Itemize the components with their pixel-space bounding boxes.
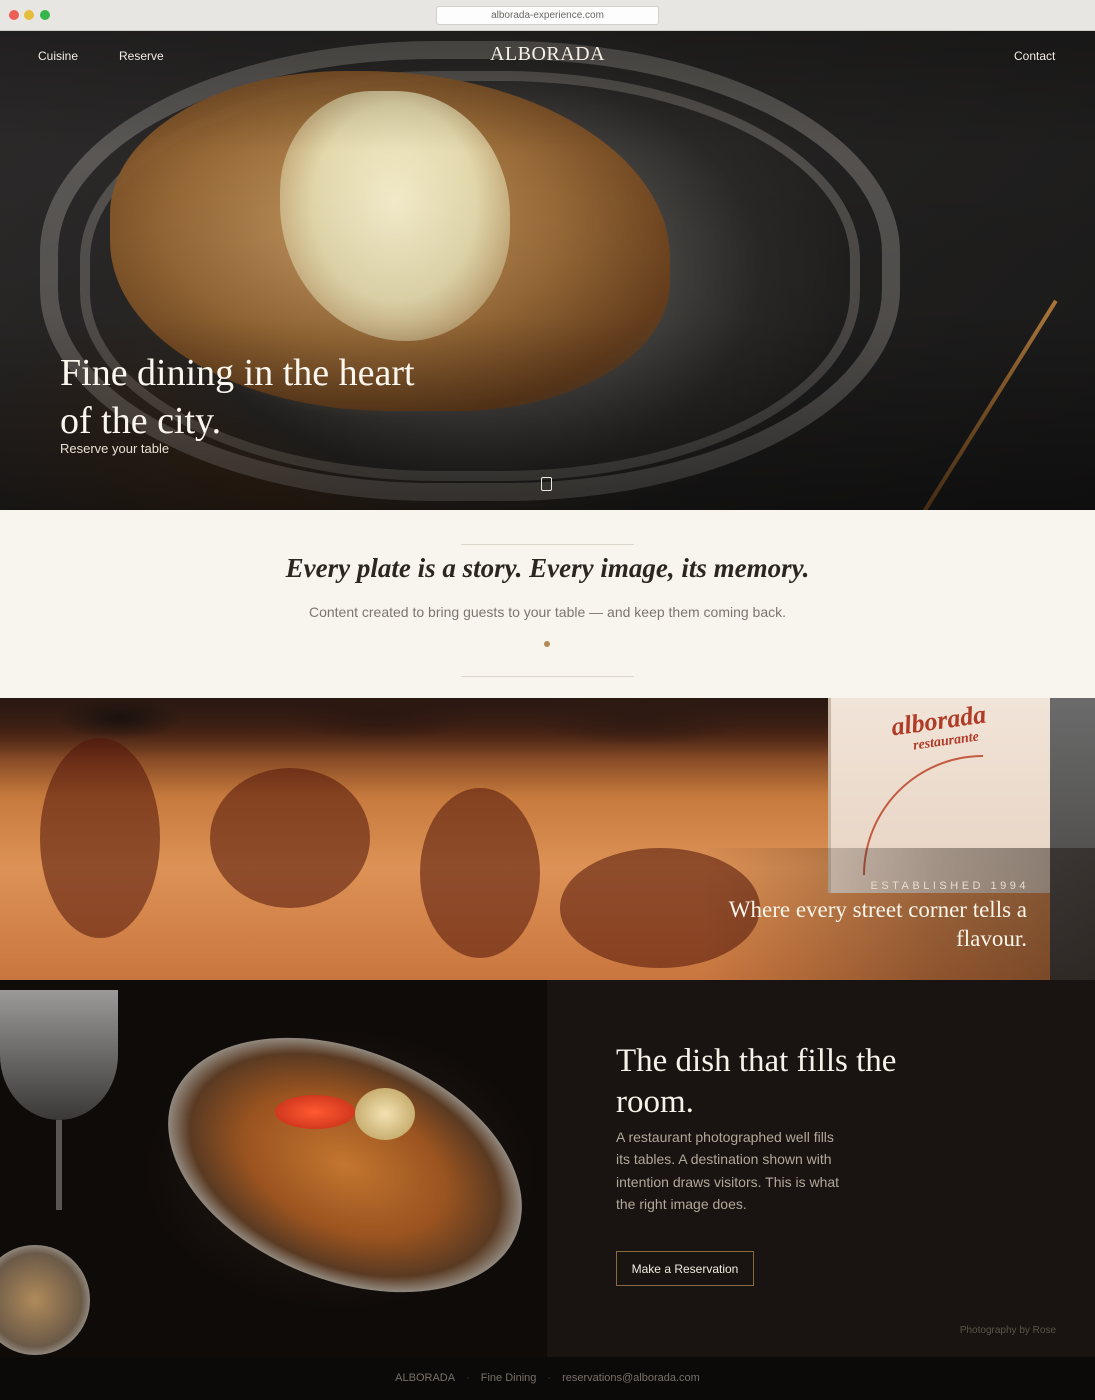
photo-credit: Photography by Rose — [959, 1325, 1056, 1336]
ornament-dot-icon — [544, 641, 550, 647]
dish-image-glass — [0, 990, 118, 1120]
dish-image-tomato — [275, 1095, 355, 1129]
tagline-subtext: Content created to bring guests to your … — [308, 604, 787, 620]
tagline-heading: Every plate is a story. Every image, its… — [285, 553, 810, 583]
footer-email-link[interactable]: reservations@alborada.com — [562, 1372, 700, 1384]
brand-logo[interactable]: ALBORADA — [0, 43, 1095, 66]
tagline-section: Every plate is a story. Every image, its… — [0, 510, 1095, 698]
dish-image-plate — [130, 989, 547, 1341]
reserve-table-link[interactable]: Reserve your table — [60, 441, 169, 456]
dish-description: A restaurant photographed well fills its… — [616, 1129, 840, 1212]
divider-top — [461, 544, 634, 545]
maximize-window-button[interactable] — [40, 10, 50, 20]
scroll-down-icon[interactable] — [541, 477, 552, 491]
dish-image-glass-stem — [56, 1120, 62, 1210]
hero-section: Cuisine Reserve ALBORADA Contact Fine di… — [0, 31, 1095, 510]
dish-title: The dish that fills the room. — [616, 1043, 897, 1120]
dish-image-bowl — [0, 1245, 90, 1355]
make-reservation-button[interactable]: Make a Reservation — [616, 1251, 754, 1286]
leaf-shadow — [210, 768, 370, 908]
footer-separator: · — [466, 1372, 470, 1384]
dish-image-onion — [355, 1088, 415, 1140]
nav-contact-link[interactable]: Contact — [1014, 49, 1055, 63]
browser-chrome: alborada-experience.com — [0, 0, 1095, 31]
footer: ALBORADA · Fine Dining · reservations@albora… — [0, 1357, 1095, 1400]
established-label: ESTABLISHED 1994 — [870, 880, 1029, 892]
hero-title: Fine dining in the heart of the city. — [60, 352, 415, 442]
divider-bottom — [461, 676, 634, 677]
dish-panel: The dish that fills the room. A restaura… — [547, 980, 1095, 1357]
footer-separator: · — [547, 1372, 552, 1384]
footer-category: Fine Dining — [480, 1372, 537, 1384]
street-section: alborada restaurante ESTABLISHED 1994 Wh… — [0, 698, 1095, 980]
street-title: Where every street corner tells a flavou… — [728, 897, 1027, 951]
close-window-button[interactable] — [9, 10, 19, 20]
leaf-shadow — [420, 788, 540, 958]
dish-image — [0, 980, 547, 1357]
address-bar[interactable]: alborada-experience.com — [436, 6, 659, 25]
minimize-window-button[interactable] — [24, 10, 34, 20]
footer-brand: ALBORADA — [395, 1372, 456, 1384]
leaf-shadow — [40, 738, 160, 938]
